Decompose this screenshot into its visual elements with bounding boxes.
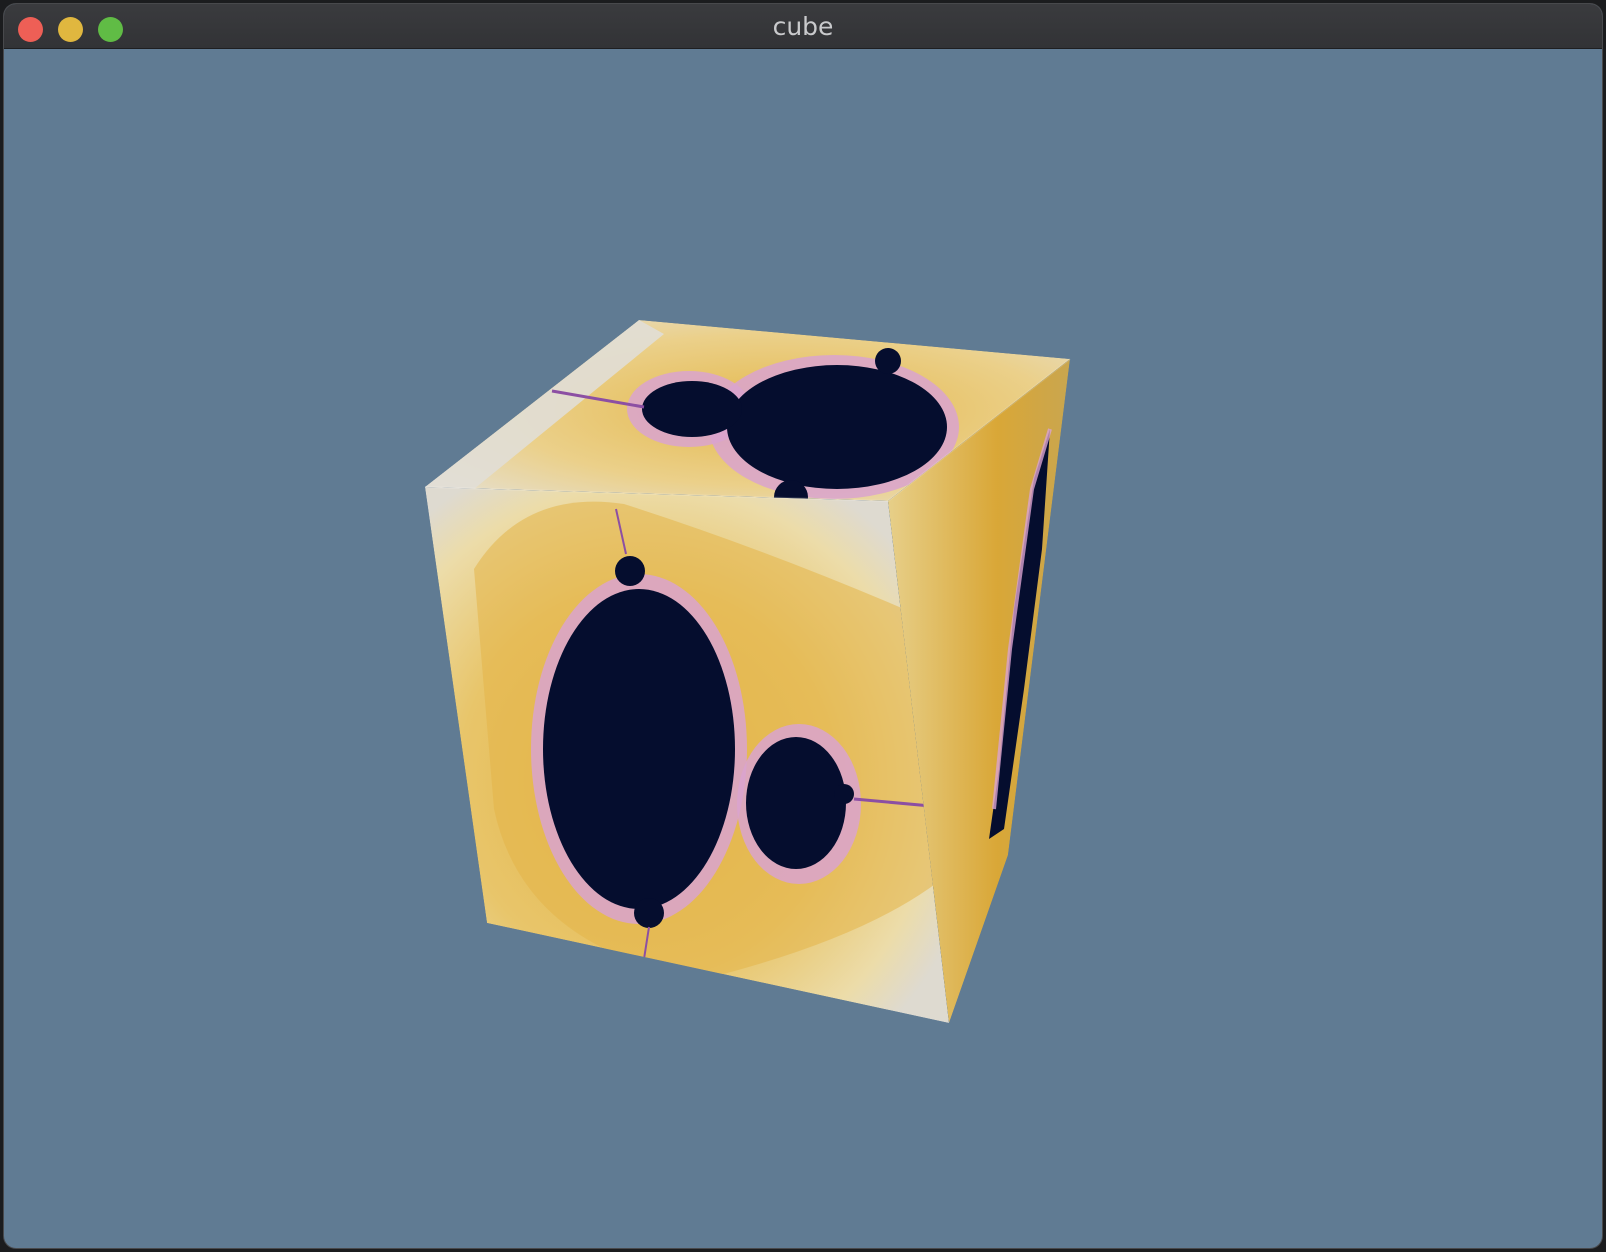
- window-title: cube: [772, 12, 834, 41]
- title-bar[interactable]: cube: [4, 4, 1602, 49]
- app-window: cube: [4, 4, 1602, 1248]
- textured-cube: [424, 320, 1071, 1023]
- render-viewport[interactable]: [4, 49, 1602, 1248]
